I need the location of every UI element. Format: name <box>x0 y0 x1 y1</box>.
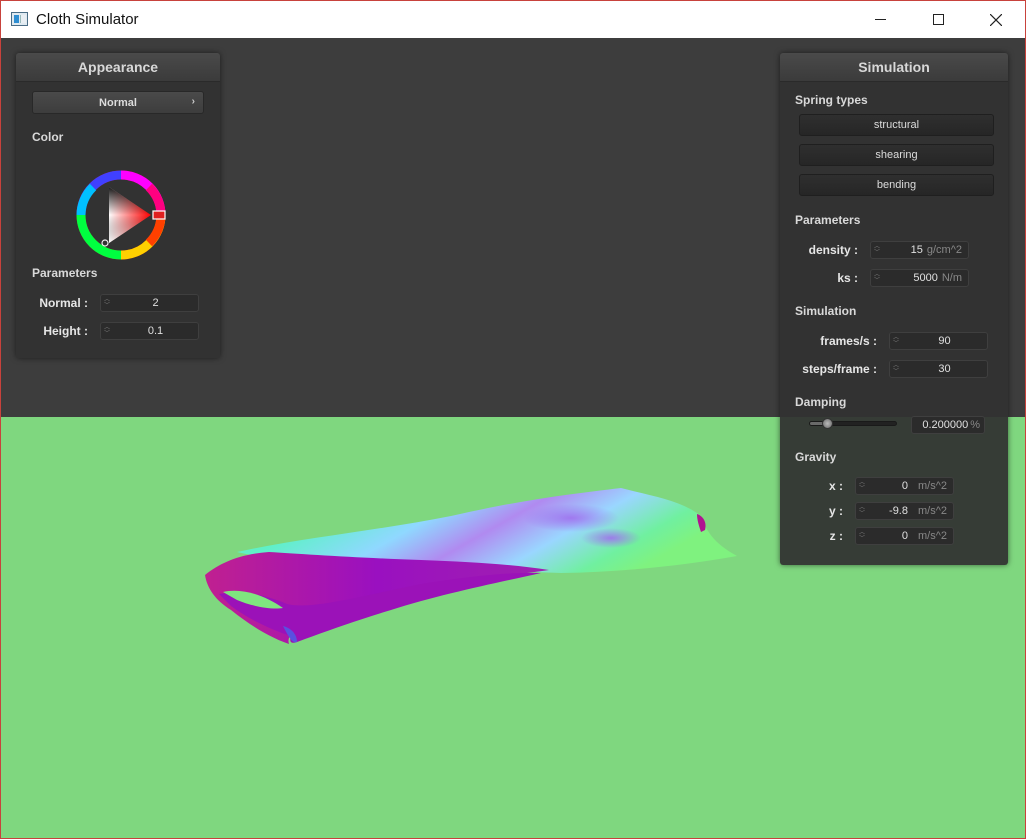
steps-label: steps/frame : <box>802 362 877 376</box>
ks-unit: N/m <box>941 272 962 284</box>
spin-arrows-icon[interactable]: ︿ ﹀ <box>856 478 868 494</box>
spin-arrows-icon[interactable]: ︿ ﹀ <box>871 242 883 258</box>
cloth-highlight <box>523 504 619 532</box>
simulation-section-label: Simulation <box>795 304 857 318</box>
color-wheel[interactable] <box>71 165 171 265</box>
gravity-y-unit: m/s^2 <box>918 505 947 517</box>
appearance-parameters-label: Parameters <box>32 266 98 280</box>
gravity-z-unit: m/s^2 <box>918 530 947 542</box>
density-label: density : <box>808 243 858 257</box>
bending-button[interactable]: bending <box>799 174 994 196</box>
damping-unit: % <box>970 419 980 431</box>
color-label: Color <box>32 130 64 144</box>
spin-arrows-icon[interactable]: ︿ ﹀ <box>856 503 868 519</box>
chevron-right-icon: › <box>191 96 195 107</box>
gravity-x-unit: m/s^2 <box>918 480 947 492</box>
gravity-y-label: y : <box>828 504 843 518</box>
frames-label: frames/s : <box>820 334 877 348</box>
ks-label: ks : <box>837 271 858 285</box>
normal-spinbox[interactable]: ︿ ﹀ 2 <box>100 294 199 312</box>
damping-slider-knob[interactable] <box>822 418 834 429</box>
gravity-y-value: -9.8 <box>889 505 908 517</box>
color-picker-handle[interactable] <box>101 239 109 247</box>
maximize-icon <box>932 14 944 25</box>
saturation-triangle-shade <box>109 187 151 243</box>
structural-button[interactable]: structural <box>799 114 994 136</box>
gravity-x-value: 0 <box>901 480 908 492</box>
appearance-panel-header[interactable]: Appearance <box>16 53 220 82</box>
minimize-icon <box>874 19 886 20</box>
maximize-button[interactable] <box>909 1 967 38</box>
app-window: Cloth Simulator Appearance Normal › Colo… <box>0 0 1026 839</box>
spring-types-label: Spring types <box>795 93 868 107</box>
damping-slider[interactable] <box>809 418 897 429</box>
close-icon <box>990 13 1002 26</box>
title-bar[interactable]: Cloth Simulator <box>1 1 1025 38</box>
simulation-panel: Simulation Spring types structural shear… <box>780 53 1008 565</box>
simulation-parameters-label: Parameters <box>795 213 861 227</box>
appearance-panel: Appearance Normal › Color Parameters Nor… <box>16 53 220 358</box>
spin-arrows-icon[interactable]: ︿ ﹀ <box>101 295 113 311</box>
spin-arrows-icon[interactable]: ︿ ﹀ <box>856 528 868 544</box>
gravity-z-spinbox[interactable]: ︿ ﹀ 0 m/s^2 <box>855 527 954 545</box>
spin-arrows-icon[interactable]: ︿ ﹀ <box>871 270 883 286</box>
gravity-x-label: x : <box>828 479 843 493</box>
damping-value-box[interactable]: 0.200000 % <box>911 416 985 434</box>
frames-value: 90 <box>938 335 951 347</box>
gravity-z-value: 0 <box>901 530 908 542</box>
spin-arrows-icon[interactable]: ︿ ﹀ <box>101 323 113 339</box>
simulation-panel-header[interactable]: Simulation <box>780 53 1008 82</box>
height-spinbox[interactable]: ︿ ﹀ 0.1 <box>100 322 199 340</box>
damping-value: 0.200000 <box>922 419 969 431</box>
gravity-y-spinbox[interactable]: ︿ ﹀ -9.8 m/s^2 <box>855 502 954 520</box>
app-icon <box>11 12 28 26</box>
shader-dropdown-value: Normal <box>99 96 137 109</box>
hue-handle[interactable] <box>152 210 166 220</box>
height-value: 0.1 <box>147 325 164 337</box>
minimize-button[interactable] <box>851 1 909 38</box>
gravity-x-spinbox[interactable]: ︿ ﹀ 0 m/s^2 <box>855 477 954 495</box>
frames-spinbox[interactable]: ︿ ﹀ 90 <box>889 332 988 350</box>
close-button[interactable] <box>967 1 1025 38</box>
ks-spinbox[interactable]: ︿ ﹀ 5000 N/m <box>870 269 969 287</box>
ks-value: 5000 <box>913 272 938 284</box>
height-label: Height : <box>43 324 88 338</box>
damping-label: Damping <box>795 395 847 409</box>
hue-ring-cyan <box>76 183 97 216</box>
normal-label: Normal : <box>39 296 88 310</box>
normal-value: 2 <box>152 297 159 309</box>
steps-spinbox[interactable]: ︿ ﹀ 30 <box>889 360 988 378</box>
spin-arrows-icon[interactable]: ︿ ﹀ <box>890 361 902 377</box>
window-title: Cloth Simulator <box>36 11 139 28</box>
density-unit: g/cm^2 <box>926 244 962 256</box>
density-value: 15 <box>910 244 923 256</box>
3d-viewport[interactable]: Appearance Normal › Color Parameters Nor… <box>1 38 1025 838</box>
density-spinbox[interactable]: ︿ ﹀ 15 g/cm^2 <box>870 241 969 259</box>
steps-value: 30 <box>938 363 951 375</box>
cloth-highlight <box>581 528 641 548</box>
shearing-button[interactable]: shearing <box>799 144 994 166</box>
gravity-label: Gravity <box>795 450 837 464</box>
gravity-z-label: z : <box>829 529 843 543</box>
shader-dropdown[interactable]: Normal › <box>32 91 204 114</box>
spin-arrows-icon[interactable]: ︿ ﹀ <box>890 333 902 349</box>
